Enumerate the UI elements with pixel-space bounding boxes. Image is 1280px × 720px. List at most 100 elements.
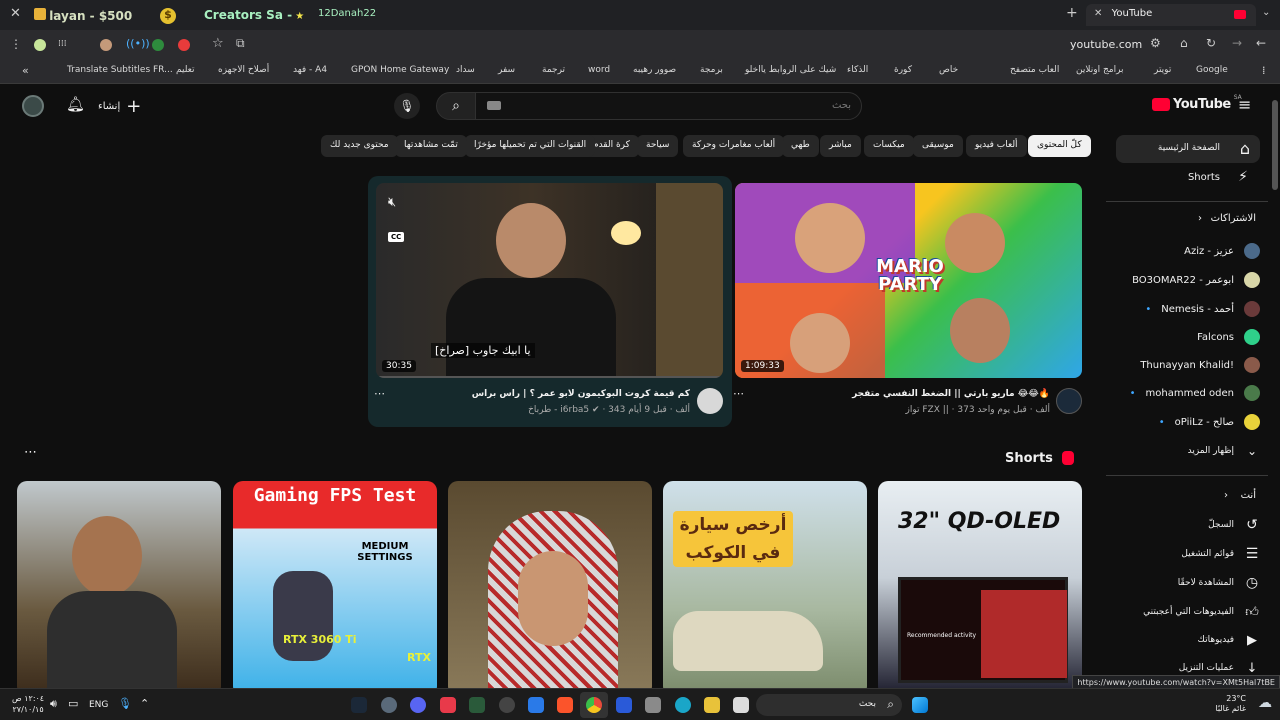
bookmark-item[interactable]: GPON Home Gateway <box>351 65 449 75</box>
bookmark-item[interactable]: سداد <box>456 65 475 75</box>
tab-creators[interactable]: Creators Sa - ★ <box>196 4 326 26</box>
chip-all[interactable]: كلّ المحتوى <box>1028 135 1091 157</box>
keyboard-icon[interactable] <box>487 101 501 110</box>
folder-icon[interactable] <box>704 697 720 713</box>
video-title[interactable]: ماريو بارتي || الضغط النفسي متفجر 😂😂🔥 <box>760 389 1050 399</box>
bookmark-item[interactable]: برامج اونلاين <box>1076 65 1124 75</box>
bookmark-item[interactable]: word <box>588 65 610 75</box>
progress-bar[interactable] <box>376 376 723 378</box>
bookmark-item[interactable]: خاص <box>939 65 958 75</box>
bookmark-item[interactable]: أصلاح الاجهزه <box>218 65 269 75</box>
tab-layan[interactable]: layan - $500 <box>26 4 156 26</box>
bookmark-item[interactable]: سفر <box>498 65 515 75</box>
flag-icon[interactable] <box>152 39 164 51</box>
channel-avatar[interactable] <box>697 388 723 414</box>
youtube-logo[interactable]: YouTube SA <box>1152 94 1242 112</box>
cc-button[interactable]: CC <box>388 232 405 242</box>
chip[interactable]: طهي <box>782 135 819 157</box>
video-thumbnail[interactable]: MARIO PARTY 1:09:33 <box>735 183 1082 378</box>
bookmarks-menu-icon[interactable]: ⁞ <box>1262 64 1266 77</box>
video-thumbnail[interactable]: 🔇︎ CC يا ابيك جاوب [صراخ] 30:35 <box>376 183 723 378</box>
shorts-menu-icon[interactable]: ⋯ <box>24 445 37 460</box>
bookmark-star-icon[interactable]: ☆ <box>212 36 224 51</box>
short-card[interactable] <box>448 481 652 688</box>
microphone-icon[interactable]: 🎙 <box>118 697 132 710</box>
sidebar-item-shorts[interactable]: ⚡︎ Shorts <box>1116 165 1260 191</box>
channel-name[interactable]: طرباخ - i6rba5 <box>528 405 589 415</box>
chip[interactable]: ألعاب مغامرات وحركة <box>683 135 785 157</box>
discord-icon[interactable] <box>410 697 426 713</box>
bookmark-item[interactable]: صوور رهيبه <box>633 65 676 75</box>
bookmark-item[interactable]: Translate Subtitles FR... <box>67 65 173 75</box>
chip[interactable]: مباشر <box>820 135 861 157</box>
search-button[interactable]: ⌕ <box>436 92 476 120</box>
app-icon[interactable] <box>499 697 515 713</box>
close-window-icon[interactable]: ✕ <box>10 6 21 21</box>
show-more-button[interactable]: إظهار المزيد ⌄ <box>1188 438 1260 464</box>
short-card[interactable] <box>17 481 221 688</box>
sidebar-item-home[interactable]: ⌂ الصفحة الرئيسية <box>1116 135 1260 163</box>
channel-avatar[interactable] <box>1056 388 1082 414</box>
bookmark-item[interactable]: فهد - A4 <box>293 65 327 75</box>
notifications-bell-icon[interactable]: 🔔︎ <box>66 95 85 113</box>
chevron-up-icon[interactable]: ⌃ <box>140 697 149 710</box>
close-tab-icon[interactable]: ✕ <box>1094 8 1102 19</box>
chip[interactable]: ميكسات <box>864 135 914 157</box>
search-input[interactable]: بحث <box>832 100 851 111</box>
sidebar-item-your-videos[interactable]: فيديوهاتك ▶ <box>1198 627 1260 653</box>
bookmarks-overflow-icon[interactable]: « <box>22 64 29 77</box>
bookmark-item[interactable]: شيك على الروابط يااخلو <box>745 65 836 75</box>
steam-icon[interactable] <box>351 697 367 713</box>
chip[interactable]: القنوات التي تم تحميلها مؤخرًا <box>465 135 596 157</box>
store-icon[interactable] <box>645 697 661 713</box>
sub-item[interactable]: • Nemesis - أحمد <box>1145 296 1260 322</box>
taskbar-search[interactable]: بحث ⌕ <box>756 694 902 716</box>
menu-dots-icon[interactable]: ⋮ <box>10 37 22 51</box>
sidebar-item-playlists[interactable]: قوائم التشغيل ☰ <box>1181 541 1260 567</box>
bookmark-item[interactable]: تويتر <box>1154 65 1171 75</box>
sub-item[interactable]: • mohammed oden <box>1130 380 1260 406</box>
bookmark-item[interactable]: الذكاء <box>847 65 868 75</box>
word-icon[interactable] <box>616 697 632 713</box>
bookmark-item[interactable]: تعليم <box>176 65 195 75</box>
forward-icon[interactable]: → <box>1232 36 1242 50</box>
xbox-icon[interactable] <box>469 697 485 713</box>
back-icon[interactable]: ← <box>1256 36 1266 50</box>
short-card[interactable]: Gaming FPS Test MEDIUM SETTINGS RTX 3060… <box>233 481 437 688</box>
chip[interactable]: موسيقى <box>913 135 963 157</box>
wifi-icon[interactable]: ((•)) <box>126 37 150 50</box>
tab-danah[interactable]: 12Danah22 <box>310 4 400 26</box>
chrome-icon[interactable] <box>586 697 602 713</box>
scrollbar[interactable] <box>1272 100 1278 190</box>
bookmark-item[interactable]: ترجمة <box>542 65 565 75</box>
sidebar-item-liked[interactable]: الفيديوهات التي أعجبتني 👍︎ <box>1143 599 1260 625</box>
sub-item[interactable]: Falcons <box>1197 324 1260 350</box>
taskview-icon[interactable] <box>733 697 749 713</box>
sidebar-item-watch-later[interactable]: المشاهدة لاحقًا ◷ <box>1178 570 1260 596</box>
bookmark-item[interactable]: برمجة <box>700 65 723 75</box>
search-box[interactable]: بحث <box>474 92 862 120</box>
app-icon[interactable] <box>440 697 456 713</box>
tab-youtube[interactable]: ✕ YouTube <box>1086 4 1256 26</box>
voice-search-button[interactable]: 🎙 <box>394 93 420 119</box>
brave-icon[interactable] <box>557 697 573 713</box>
chip[interactable]: ألعاب فيديو <box>966 135 1027 157</box>
url-text[interactable]: youtube.com <box>1070 38 1142 51</box>
network-icon[interactable]: ▭ <box>68 697 78 710</box>
settings-icon[interactable] <box>381 697 397 713</box>
tab-search-icon[interactable]: ⌄ <box>1262 7 1270 18</box>
account-avatar[interactable] <box>22 95 44 117</box>
reload-icon[interactable]: ↻ <box>1206 36 1216 50</box>
more-actions-icon[interactable]: ⋯ <box>733 387 744 400</box>
language-indicator[interactable]: ENG <box>89 700 108 710</box>
clock[interactable]: ١٢:٠٤ ص ٢٧/١٠/١٥ <box>12 693 44 715</box>
site-settings-icon[interactable]: ⚙ <box>1150 36 1161 50</box>
extension-icon[interactable] <box>100 39 112 51</box>
short-card[interactable]: أرخص سيارة في الكوكب <box>663 481 867 688</box>
bookmark-item[interactable]: العاب متصفح <box>1010 65 1059 75</box>
chip[interactable]: سياحة <box>637 135 679 157</box>
volume-icon[interactable]: 🔊︎ <box>50 697 57 711</box>
mute-icon[interactable]: 🔇︎ <box>388 195 396 210</box>
sub-item[interactable]: Aziz - عزيز <box>1184 238 1260 264</box>
mail-icon[interactable] <box>528 697 544 713</box>
